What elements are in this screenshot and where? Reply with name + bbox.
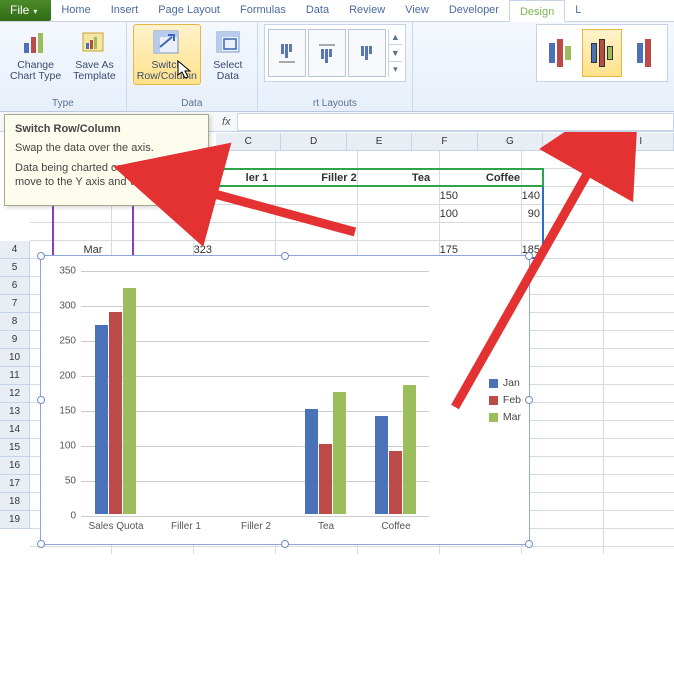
col-header[interactable]: F bbox=[412, 133, 477, 151]
row-header[interactable]: 17 bbox=[0, 475, 30, 493]
group-label: Type bbox=[52, 98, 74, 110]
col-header[interactable]: I bbox=[609, 133, 674, 151]
fx-label: fx bbox=[216, 116, 237, 128]
row-header[interactable]: 6 bbox=[0, 277, 30, 295]
template-icon bbox=[78, 27, 110, 59]
cell[interactable]: 150 bbox=[380, 187, 462, 205]
tooltip-text: Data being charted on the X axis will mo… bbox=[15, 161, 198, 189]
change-chart-type-button[interactable]: Change Chart Type bbox=[6, 24, 65, 85]
tab-view[interactable]: View bbox=[395, 0, 439, 21]
row-header[interactable]: 19 bbox=[0, 511, 30, 529]
col-header[interactable]: H bbox=[543, 133, 608, 151]
gallery-scroll[interactable]: ▲▼▾ bbox=[388, 29, 402, 77]
row-header[interactable]: 11 bbox=[0, 367, 30, 385]
row-headers: 4 5 6 7 8 9 10 11 12 13 14 15 16 17 18 1… bbox=[0, 241, 30, 529]
switch-row-column-button[interactable]: Switch Row/Column bbox=[133, 24, 201, 85]
cell[interactable]: ler 1 bbox=[216, 169, 298, 187]
row-header[interactable]: 10 bbox=[0, 349, 30, 367]
select-data-button[interactable]: Select Data bbox=[205, 24, 251, 85]
row-header[interactable]: 12 bbox=[0, 385, 30, 403]
row-header[interactable]: 7 bbox=[0, 295, 30, 313]
formula-input[interactable] bbox=[237, 113, 674, 131]
tab-page-layout[interactable]: Page Layout bbox=[148, 0, 230, 21]
group-chart-layouts: ▲▼▾ rt Layouts bbox=[258, 22, 413, 111]
chart-icon bbox=[20, 27, 52, 59]
tab-developer[interactable]: Developer bbox=[439, 0, 509, 21]
cell[interactable]: Coffee bbox=[462, 169, 544, 187]
row-header[interactable]: 4 bbox=[0, 241, 30, 259]
tooltip-text: Swap the data over the axis. bbox=[15, 141, 198, 155]
tab-home[interactable]: Home bbox=[51, 0, 100, 21]
plot-area bbox=[81, 271, 429, 514]
embedded-chart[interactable]: 050100150200250300350 JanFebMar Sales Qu… bbox=[40, 255, 530, 545]
column-headers: C D E F G H I bbox=[216, 133, 674, 151]
tab-insert[interactable]: Insert bbox=[101, 0, 149, 21]
tab-cut[interactable]: L bbox=[565, 0, 591, 21]
switch-icon bbox=[151, 27, 183, 59]
cell[interactable]: 140 bbox=[462, 187, 544, 205]
button-label: Change Chart Type bbox=[10, 60, 61, 82]
ribbon-tabs: File Home Insert Page Layout Formulas Da… bbox=[0, 0, 674, 22]
tab-formulas[interactable]: Formulas bbox=[230, 0, 296, 21]
group-data: Switch Row/Column Select Data Data bbox=[127, 22, 258, 111]
style-thumb[interactable] bbox=[582, 29, 622, 77]
col-header[interactable]: E bbox=[347, 133, 412, 151]
tooltip: Switch Row/Column Swap the data over the… bbox=[4, 114, 209, 206]
group-label: rt Layouts bbox=[313, 98, 357, 110]
button-label: Save As Template bbox=[73, 60, 116, 82]
layout-thumb[interactable] bbox=[268, 29, 306, 77]
tab-review[interactable]: Review bbox=[339, 0, 395, 21]
group-label: Data bbox=[181, 98, 202, 110]
row-header[interactable]: 14 bbox=[0, 421, 30, 439]
cell[interactable]: Filler 2 bbox=[298, 169, 380, 187]
y-axis: 050100150200250300350 bbox=[41, 271, 79, 514]
col-header[interactable]: G bbox=[478, 133, 543, 151]
cell[interactable]: Tea bbox=[380, 169, 462, 187]
chart-layouts-gallery[interactable]: ▲▼▾ bbox=[264, 24, 406, 82]
row-header[interactable]: 9 bbox=[0, 331, 30, 349]
button-label: Switch Row/Column bbox=[137, 60, 197, 82]
col-header[interactable]: C bbox=[216, 133, 281, 151]
row-header[interactable]: 13 bbox=[0, 403, 30, 421]
row-header[interactable]: 18 bbox=[0, 493, 30, 511]
tab-data[interactable]: Data bbox=[296, 0, 339, 21]
chart-styles-gallery[interactable] bbox=[536, 24, 668, 82]
tooltip-title: Switch Row/Column bbox=[15, 123, 198, 135]
layout-thumb[interactable] bbox=[348, 29, 386, 77]
group-chart-styles bbox=[530, 22, 674, 111]
row-header[interactable]: 15 bbox=[0, 439, 30, 457]
save-as-template-button[interactable]: Save As Template bbox=[69, 24, 120, 85]
row-header[interactable]: 16 bbox=[0, 457, 30, 475]
button-label: Select Data bbox=[213, 60, 242, 82]
tab-file[interactable]: File bbox=[0, 0, 51, 21]
group-label bbox=[601, 98, 604, 110]
row-header[interactable]: 8 bbox=[0, 313, 30, 331]
ribbon: Change Chart Type Save As Template Type … bbox=[0, 22, 674, 112]
legend: JanFebMar bbox=[489, 372, 521, 428]
col-header[interactable]: D bbox=[281, 133, 346, 151]
tab-design[interactable]: Design bbox=[509, 0, 565, 22]
row-header[interactable]: 5 bbox=[0, 259, 30, 277]
layout-thumb[interactable] bbox=[308, 29, 346, 77]
style-thumb[interactable] bbox=[540, 29, 580, 77]
style-thumb[interactable] bbox=[624, 29, 664, 77]
cell[interactable]: 90 bbox=[462, 205, 544, 223]
group-type: Change Chart Type Save As Template Type bbox=[0, 22, 127, 111]
select-data-icon bbox=[212, 27, 244, 59]
cell[interactable]: 100 bbox=[380, 205, 462, 223]
